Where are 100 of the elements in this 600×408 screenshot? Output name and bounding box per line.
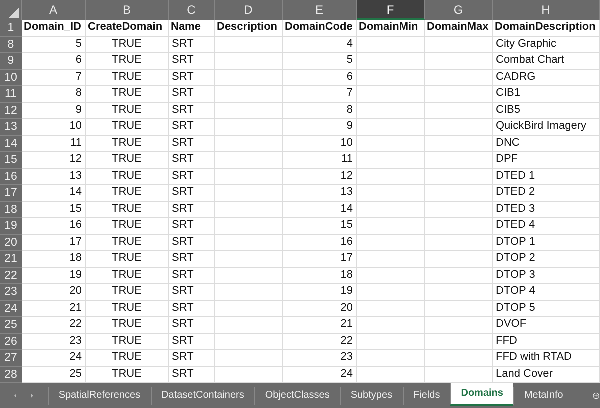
table-cell-text: SRT (172, 185, 194, 200)
table-cell-text: SRT (172, 268, 194, 282)
row-header[interactable]: 8 (0, 36, 22, 53)
header-cell-text: DomainDescription (495, 20, 596, 35)
table-cell-text: 14 (340, 202, 353, 216)
table-cell-text: SRT (172, 350, 194, 365)
table-cell-text: DTOP 5 (496, 300, 536, 316)
row-header[interactable]: 23 (0, 284, 22, 300)
table-cell-text: SRT (172, 70, 194, 84)
table-cell-text: DTED 4 (496, 218, 536, 233)
table-cell-text: SRT (172, 53, 194, 68)
table-cell-text: TRUE (112, 53, 142, 68)
sheet-tab[interactable]: Domains (450, 383, 514, 406)
table-cell-text: SRT (172, 218, 194, 233)
table-cell-text: 9 (346, 119, 353, 134)
table-cell-text: 15 (340, 218, 353, 233)
table-cell-text: 18 (340, 268, 353, 282)
table-cell-text: SRT (172, 234, 194, 250)
scroll-left-icon[interactable] (14, 392, 17, 400)
column-header[interactable]: G (425, 0, 493, 20)
table-cell-text: 8 (76, 86, 82, 101)
table-cell-text: QuickBird Imagery (496, 119, 586, 134)
table-cell-text: 6 (76, 53, 82, 68)
table-cell-text: TRUE (112, 185, 142, 200)
table-cell-text: TRUE (112, 317, 142, 332)
header-cell-text: DomainCode (285, 20, 353, 35)
column-header[interactable]: F (357, 0, 425, 20)
table-cell-text: TRUE (112, 268, 142, 282)
sheet-tab[interactable]: ObjectClasses (254, 386, 340, 404)
row-header[interactable]: 19 (0, 218, 22, 234)
table-cell-text: 7 (346, 86, 353, 101)
row-header[interactable]: 11 (0, 86, 22, 102)
row-header[interactable]: 13 (0, 119, 22, 136)
row-header[interactable]: 21 (0, 251, 22, 268)
column-header[interactable]: D (215, 0, 283, 20)
row-header[interactable]: 10 (0, 70, 22, 86)
table-cell-text: 20 (340, 300, 353, 316)
row-header[interactable]: 14 (0, 136, 22, 152)
row-header[interactable]: 17 (0, 185, 22, 202)
scroll-right-icon[interactable] (30, 392, 34, 400)
row-header[interactable]: 25 (0, 317, 22, 334)
table-cell-text: SRT (172, 152, 194, 167)
table-cell-text: 25 (70, 366, 82, 382)
sheet-tab[interactable]: Subtypes (340, 386, 403, 404)
table-cell-text: 12 (70, 152, 82, 167)
sheet-tab[interactable]: SpatialReferences (48, 386, 151, 404)
column-header[interactable]: A (22, 0, 86, 20)
table-cell-text: FFD (496, 334, 518, 348)
table-cell-text: TRUE (112, 36, 142, 52)
header-cell-text: Description (217, 20, 278, 35)
table-cell-text: DTOP 1 (496, 234, 536, 250)
row-header[interactable]: 26 (0, 334, 22, 350)
header-cell-text: Domain_ID (24, 20, 82, 35)
table-cell-text: 21 (340, 317, 353, 332)
table-cell-text: SRT (172, 317, 194, 332)
table-cell-text: DVOF (496, 317, 527, 332)
table-cell-text: DTED 1 (496, 168, 536, 184)
table-cell-text: CIB1 (496, 86, 520, 101)
table-cell-text: TRUE (112, 119, 142, 134)
sheet-tab[interactable]: DatasetContainers (150, 386, 254, 404)
header-cell-text: DomainMin (359, 20, 418, 35)
row-header[interactable]: 12 (0, 102, 22, 119)
row-header[interactable]: 20 (0, 234, 22, 251)
table-cell-text: 5 (76, 36, 82, 52)
table-cell-text: SRT (172, 102, 194, 118)
column-header[interactable]: B (86, 0, 169, 20)
table-cell-text: SRT (172, 136, 194, 150)
table-cell-text: CIB5 (496, 102, 520, 118)
column-header[interactable]: C (169, 0, 215, 20)
column-header[interactable]: H (493, 0, 600, 20)
table-cell-text: SRT (172, 168, 194, 184)
table-cell-text: 24 (340, 366, 353, 382)
table-cell-text: TRUE (112, 350, 142, 365)
table-cell-text: 16 (340, 234, 353, 250)
table-cell-text: Land Cover (496, 366, 553, 382)
row-header[interactable]: 1 (0, 20, 22, 36)
table-cell-text: TRUE (112, 300, 142, 316)
row-header[interactable]: 27 (0, 350, 22, 366)
sheet-tab[interactable]: MetaInfo (513, 386, 574, 404)
row-header[interactable]: 18 (0, 202, 22, 218)
table-cell-text: 18 (70, 251, 82, 266)
table-cell-text: TRUE (112, 334, 142, 348)
table-cell-text: DTED 3 (496, 202, 536, 216)
table-cell-text: TRUE (112, 136, 142, 150)
table-cell-text: 11 (342, 152, 353, 167)
table-cell-text: DTOP 2 (496, 251, 536, 266)
table-cell-text: 23 (70, 334, 82, 348)
row-header[interactable]: 15 (0, 152, 22, 168)
table-cell-text: 20 (70, 284, 82, 299)
table-cell-text: DNC (496, 136, 520, 150)
table-cell-text: 19 (340, 284, 353, 299)
table-cell-text: 10 (340, 136, 353, 150)
table-cell-text: SRT (172, 119, 194, 134)
row-header[interactable]: 16 (0, 168, 22, 185)
row-header[interactable]: 9 (0, 53, 22, 70)
row-header[interactable]: 28 (0, 366, 22, 383)
row-header[interactable]: 24 (0, 300, 22, 317)
row-header[interactable]: 22 (0, 268, 22, 284)
table-cell-text: TRUE (112, 86, 142, 101)
table-cell-text: SRT (172, 300, 194, 316)
